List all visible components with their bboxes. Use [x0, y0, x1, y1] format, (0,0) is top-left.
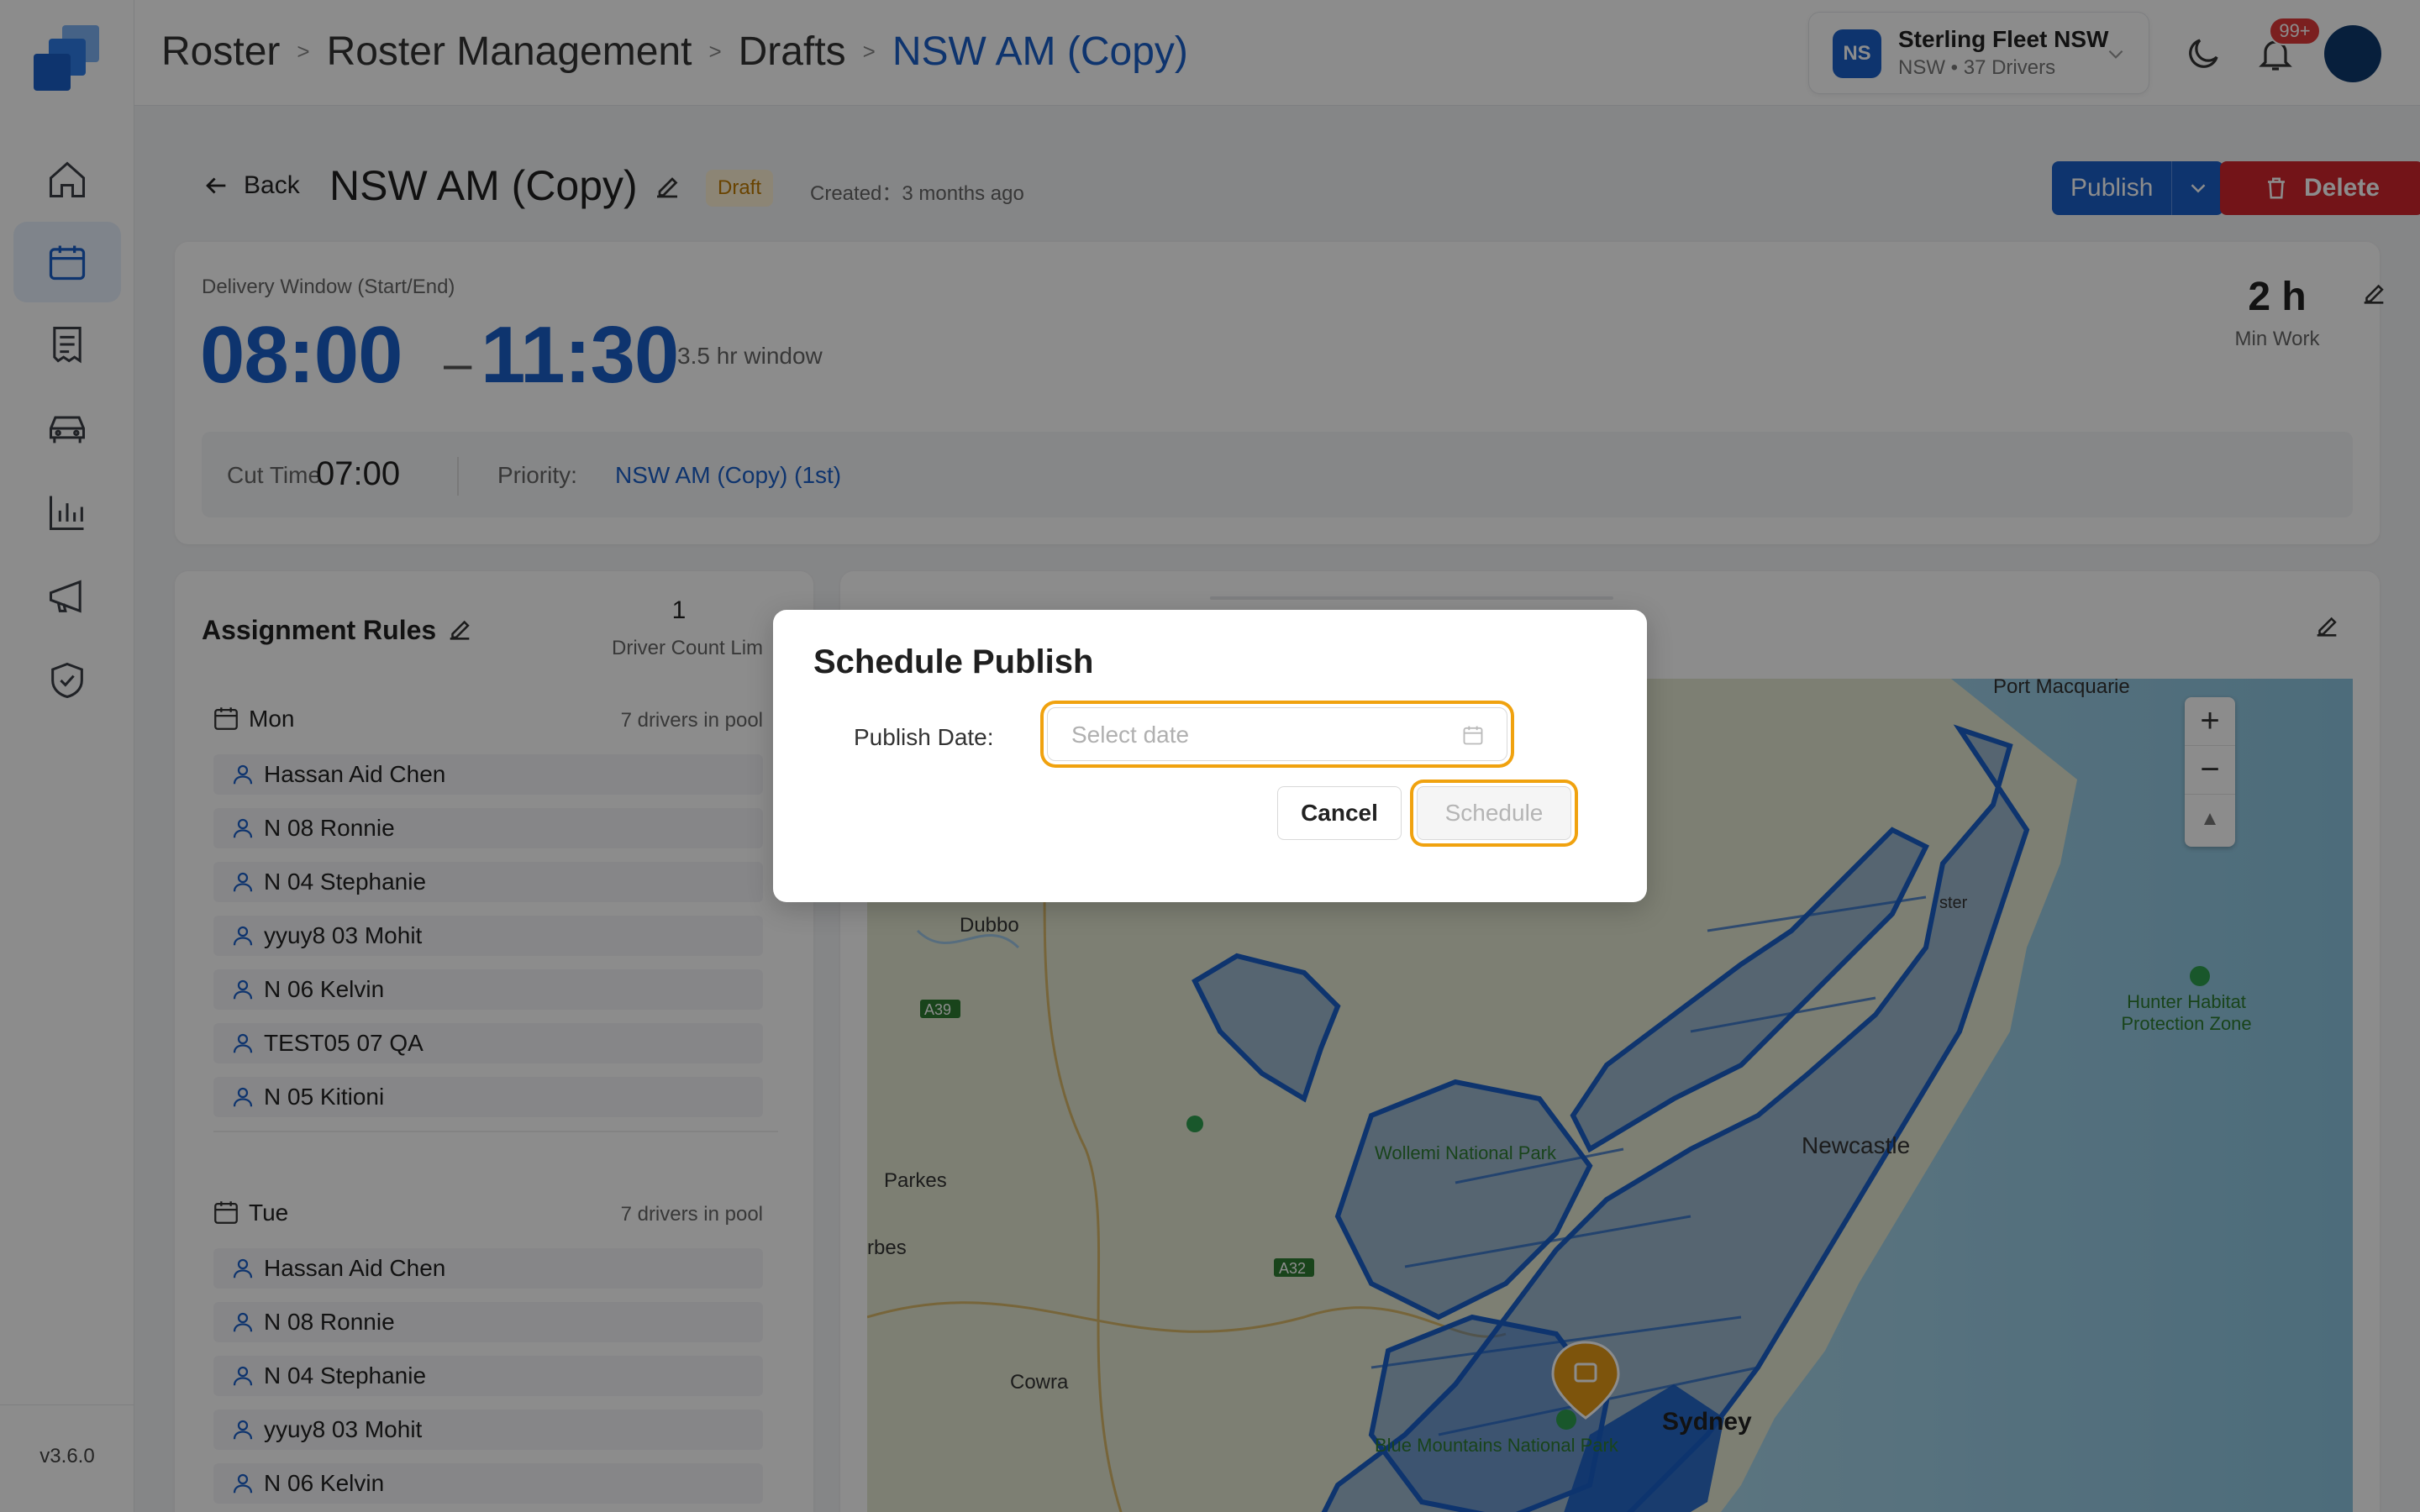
modal-title: Schedule Publish: [813, 643, 1094, 680]
date-placeholder: Select date: [1071, 722, 1190, 748]
schedule-button[interactable]: Schedule: [1417, 786, 1571, 840]
publish-date-picker[interactable]: Select date: [1047, 707, 1507, 761]
cancel-button[interactable]: Cancel: [1277, 786, 1402, 840]
calendar-icon: [1463, 726, 1483, 745]
publish-date-label: Publish Date:: [854, 724, 994, 750]
schedule-publish-modal: Schedule Publish Publish Date: Select da…: [773, 610, 1647, 902]
